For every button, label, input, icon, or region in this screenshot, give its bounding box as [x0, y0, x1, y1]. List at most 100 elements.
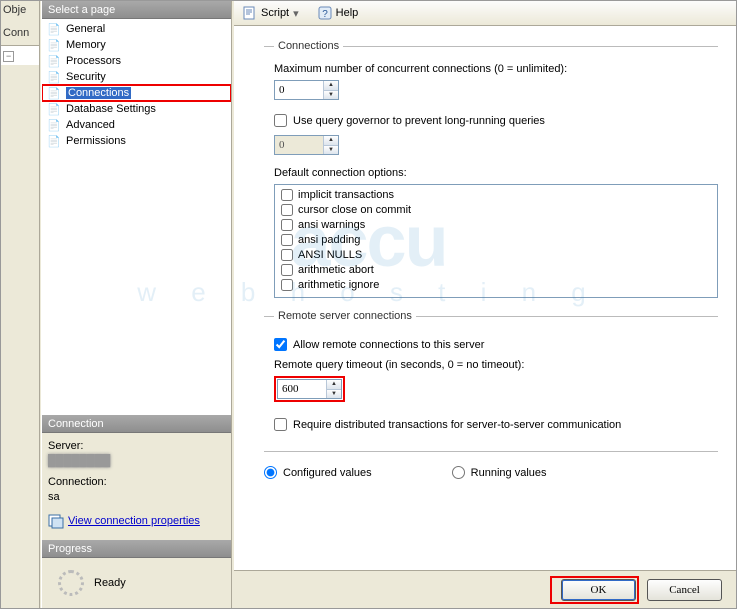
configured-values-label: Configured values [283, 467, 372, 479]
max-connections-input[interactable] [275, 81, 323, 99]
option-checkbox[interactable] [281, 234, 293, 246]
help-label: Help [336, 7, 359, 19]
object-explorer-connect[interactable]: Conn [1, 25, 39, 41]
values-radio-row: Configured values Running values [264, 466, 718, 479]
list-item[interactable]: ANSI NULLS [277, 247, 715, 262]
view-connection-properties-link[interactable]: View connection properties [48, 513, 200, 529]
option-label: arithmetic ignore [298, 279, 379, 291]
tree-expand-icon[interactable]: − [3, 51, 14, 62]
sidebar-item-general[interactable]: 📄 General [42, 21, 231, 37]
default-options-list[interactable]: implicit transactions cursor close on co… [274, 184, 718, 298]
page-icon: 📄 [46, 118, 62, 132]
connection-panel: Connection Server: ████████ Connection: … [42, 414, 231, 540]
governor-cost-spinner: ▲ ▼ [274, 135, 339, 155]
list-item[interactable]: arithmetic ignore [277, 277, 715, 292]
spinner-up-icon[interactable]: ▲ [327, 380, 341, 390]
remote-timeout-spinner[interactable]: ▲ ▼ [277, 379, 342, 399]
connections-group: Connections Maximum number of concurrent… [264, 40, 718, 300]
running-values-label: Running values [471, 467, 547, 479]
require-distributed-row: Require distributed transactions for ser… [274, 418, 718, 431]
cancel-button[interactable]: Cancel [647, 579, 722, 601]
progress-spinner-icon [58, 570, 84, 596]
query-governor-row: Use query governor to prevent long-runni… [274, 114, 718, 127]
sidebar-item-label: Connections [66, 87, 131, 99]
spinner-down-icon[interactable]: ▼ [324, 91, 338, 100]
configured-values-radio[interactable] [264, 466, 277, 479]
sidebar-item-security[interactable]: 📄 Security [42, 69, 231, 85]
script-label: Script [261, 7, 289, 19]
help-button[interactable]: ? Help [313, 3, 363, 23]
spinner-down-icon[interactable]: ▼ [327, 390, 341, 399]
connection-label: Connection: [48, 475, 225, 490]
script-button[interactable]: Script ▾ [238, 3, 307, 23]
connections-legend: Connections [274, 40, 343, 52]
page-icon: 📄 [46, 102, 62, 116]
ok-button-highlight: OK [550, 576, 639, 604]
spinner-down-icon: ▼ [324, 146, 338, 155]
list-item[interactable]: arithmetic abort [277, 262, 715, 277]
page-icon: 📄 [46, 134, 62, 148]
remote-timeout-highlight: ▲ ▼ [274, 376, 345, 402]
link-text: View connection properties [68, 514, 200, 529]
progress-panel: Progress Ready [42, 540, 231, 608]
progress-body: Ready [42, 558, 231, 608]
tree-fragment: − [1, 45, 39, 65]
option-label: implicit transactions [298, 189, 394, 201]
allow-remote-checkbox[interactable] [274, 338, 287, 351]
properties-dialog: Select a page 📄 General 📄 Memory 📄 Proce… [41, 1, 736, 608]
page-icon: 📄 [46, 86, 62, 100]
max-connections-spinner[interactable]: ▲ ▼ [274, 80, 339, 100]
spinner-buttons: ▲ ▼ [323, 81, 338, 99]
sidebar-item-label: Database Settings [66, 103, 156, 115]
spinner-buttons: ▲ ▼ [323, 136, 338, 154]
sidebar-item-connections[interactable]: 📄 Connections [42, 85, 231, 101]
content-area: Script ▾ ? Help Connections Maximum numb… [234, 1, 736, 570]
ok-button[interactable]: OK [561, 579, 636, 601]
require-distributed-label: Require distributed transactions for ser… [293, 419, 621, 431]
progress-panel-header: Progress [42, 540, 231, 558]
running-values-radio-group[interactable]: Running values [452, 466, 547, 479]
list-item[interactable]: implicit transactions [277, 187, 715, 202]
list-item[interactable]: cursor close on commit [277, 202, 715, 217]
sidebar: Select a page 📄 General 📄 Memory 📄 Proce… [42, 1, 232, 608]
sidebar-item-advanced[interactable]: 📄 Advanced [42, 117, 231, 133]
connection-panel-header: Connection [42, 415, 231, 433]
option-label: cursor close on commit [298, 204, 411, 216]
default-options-label: Default connection options: [274, 167, 718, 179]
option-checkbox[interactable] [281, 279, 293, 291]
require-distributed-checkbox[interactable] [274, 418, 287, 431]
remote-timeout-input[interactable] [278, 380, 326, 398]
page-icon: 📄 [46, 70, 62, 84]
page-icon: 📄 [46, 22, 62, 36]
nav-list: 📄 General 📄 Memory 📄 Processors 📄 Securi… [42, 19, 231, 414]
sidebar-header: Select a page [42, 1, 231, 19]
governor-cost-input [275, 136, 323, 154]
running-values-radio[interactable] [452, 466, 465, 479]
query-governor-checkbox[interactable] [274, 114, 287, 127]
sidebar-item-processors[interactable]: 📄 Processors [42, 53, 231, 69]
option-label: ansi padding [298, 234, 360, 246]
option-checkbox[interactable] [281, 204, 293, 216]
list-item[interactable]: ansi padding [277, 232, 715, 247]
sidebar-item-label: Processors [66, 55, 121, 67]
spinner-up-icon[interactable]: ▲ [324, 81, 338, 91]
sidebar-item-memory[interactable]: 📄 Memory [42, 37, 231, 53]
option-label: ANSI NULLS [298, 249, 362, 261]
page-icon: 📄 [46, 38, 62, 52]
remote-timeout-label: Remote query timeout (in seconds, 0 = no… [274, 359, 718, 371]
option-checkbox[interactable] [281, 219, 293, 231]
connection-value: sa [48, 490, 225, 505]
server-value: ████████ [48, 454, 225, 469]
sidebar-item-label: General [66, 23, 105, 35]
option-checkbox[interactable] [281, 264, 293, 276]
option-checkbox[interactable] [281, 189, 293, 201]
sidebar-item-database-settings[interactable]: 📄 Database Settings [42, 101, 231, 117]
remote-connections-group: Remote server connections Allow remote c… [264, 310, 718, 441]
list-item[interactable]: ansi warnings [277, 217, 715, 232]
sidebar-item-permissions[interactable]: 📄 Permissions [42, 133, 231, 149]
help-icon: ? [317, 5, 333, 21]
toolbar: Script ▾ ? Help [234, 1, 736, 26]
sidebar-item-label: Memory [66, 39, 106, 51]
option-checkbox[interactable] [281, 249, 293, 261]
configured-values-radio-group[interactable]: Configured values [264, 466, 372, 479]
